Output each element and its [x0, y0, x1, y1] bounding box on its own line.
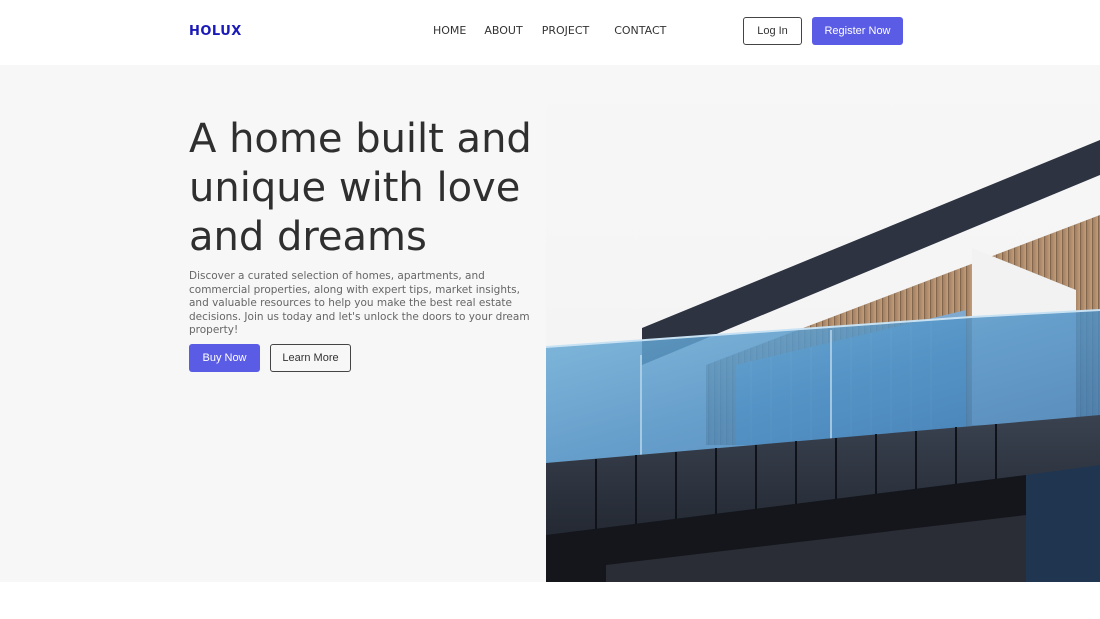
- hero-headline-line: unique with love: [189, 165, 521, 211]
- hero-description: Discover a curated selection of homes, a…: [189, 270, 530, 336]
- nav-item-project[interactable]: PROJECT: [542, 24, 590, 37]
- hero-headline-line: A home built and: [189, 116, 532, 162]
- hero-headline-line: and dreams: [189, 214, 427, 260]
- page-bottom: [0, 582, 1100, 619]
- hero-headline: A home built and unique with love and dr…: [189, 115, 549, 262]
- nav-item-contact[interactable]: CONTACT: [614, 24, 666, 37]
- register-button[interactable]: Register Now: [812, 17, 903, 45]
- login-button[interactable]: Log In: [743, 17, 802, 45]
- house-photo: [546, 65, 1100, 582]
- nav-item-home[interactable]: HOME: [433, 24, 466, 37]
- buy-now-button[interactable]: Buy Now: [189, 344, 260, 372]
- hero-section: A home built and unique with love and dr…: [0, 65, 1100, 582]
- brand-logo[interactable]: HOLUX: [189, 24, 242, 39]
- site-header: HOLUX HOME ABOUT PROJECT CONTACT Log In …: [0, 0, 1100, 65]
- nav-item-about[interactable]: ABOUT: [484, 24, 522, 37]
- learn-more-button[interactable]: Learn More: [270, 344, 351, 372]
- main-nav: HOME ABOUT PROJECT CONTACT: [433, 24, 666, 37]
